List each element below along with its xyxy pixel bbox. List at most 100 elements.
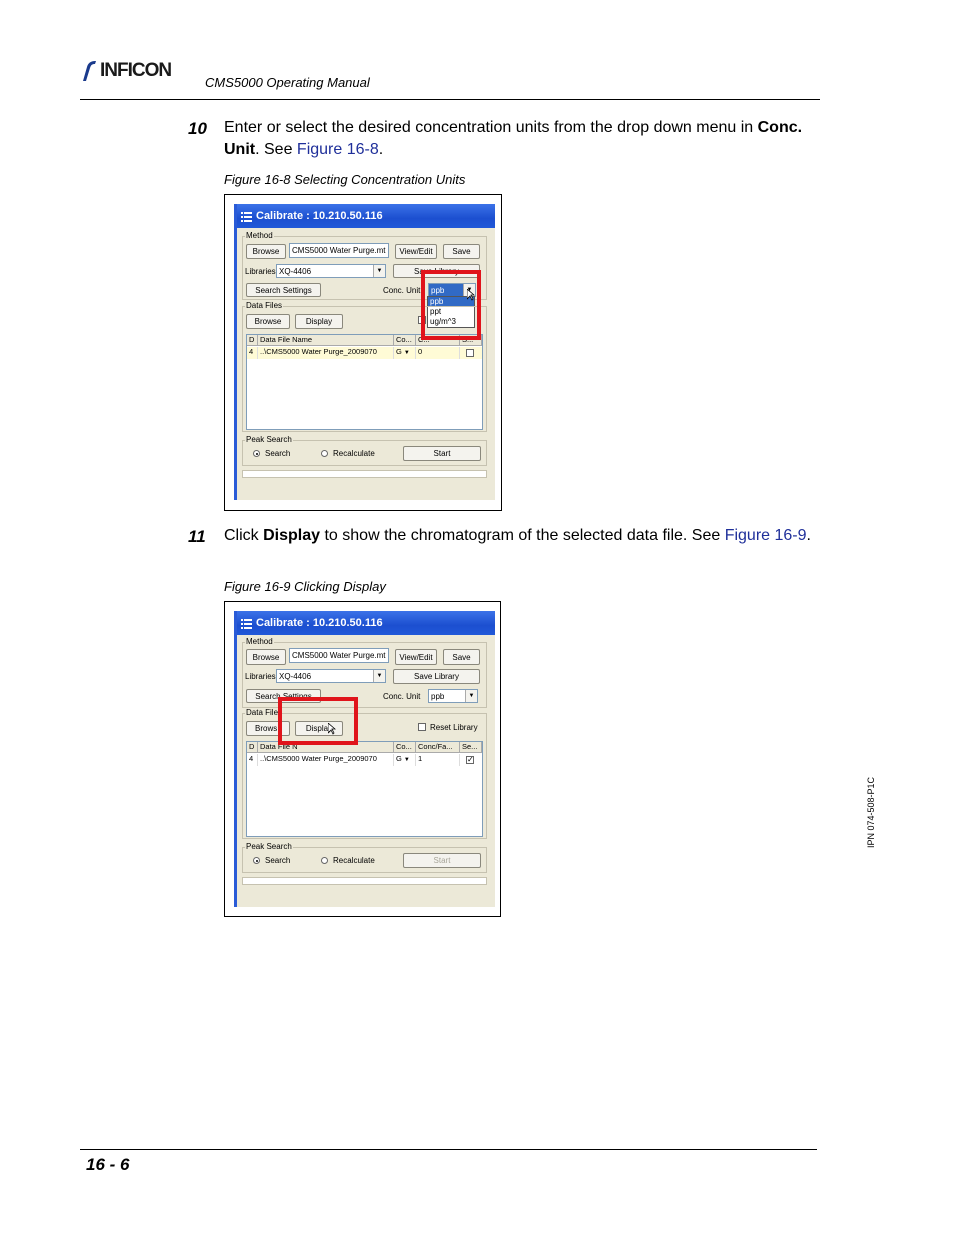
- conc-unit-label: Conc. Unit: [383, 286, 421, 295]
- cursor-icon: [467, 289, 475, 301]
- chevron-down-icon[interactable]: ▼: [373, 265, 385, 277]
- search-radio[interactable]: [253, 857, 260, 864]
- libraries-label: Libraries: [245, 672, 276, 681]
- row-cell: ..\CMS5000 Water Purge_2009070: [258, 754, 394, 766]
- chevron-down-icon[interactable]: ▼: [373, 670, 385, 682]
- window-title: Calibrate : 10.210.50.116: [256, 617, 383, 629]
- method-file-field[interactable]: CMS5000 Water Purge.mt: [289, 648, 389, 663]
- ipn-label: IPN 074-508-P1C: [866, 776, 876, 848]
- library-value: XQ-4406: [279, 266, 312, 276]
- search-radio-label: Search: [265, 449, 291, 458]
- search-radio[interactable]: [253, 450, 260, 457]
- grid-header: Se...: [460, 742, 482, 753]
- peak-search-group: Peak Search Search Recalculate Start: [242, 842, 487, 873]
- grid-header: D: [247, 742, 258, 753]
- view-edit-button[interactable]: View/Edit: [395, 244, 437, 259]
- library-select[interactable]: XQ-4406 ▼: [276, 669, 386, 683]
- start-button[interactable]: Start: [403, 446, 481, 461]
- header-rule: [80, 99, 820, 100]
- save-button[interactable]: Save: [443, 649, 480, 665]
- grid-header: D: [247, 335, 258, 346]
- conc-unit-select[interactable]: ppb ▼: [428, 689, 478, 703]
- view-edit-button[interactable]: View/Edit: [395, 649, 437, 665]
- calibrate-icon: [241, 211, 252, 222]
- highlight-box: [421, 270, 481, 340]
- step-text-part: to show the chromatogram of the selected…: [320, 527, 725, 544]
- step-text-part: . See: [255, 141, 297, 158]
- inficon-logo-icon: [83, 61, 96, 81]
- progress-bar: [242, 877, 487, 885]
- cursor-icon: [328, 723, 336, 735]
- method-browse-button[interactable]: Browse: [246, 244, 286, 259]
- page-number: 16 - 6: [86, 1155, 130, 1174]
- chevron-down-icon[interactable]: ▼: [404, 757, 410, 763]
- figure-link[interactable]: Figure 16-9: [725, 527, 807, 544]
- table-row[interactable]: 4 ..\CMS5000 Water Purge_2009070 G ▼ 0: [247, 347, 482, 359]
- row-cell: 0: [416, 347, 460, 359]
- group-label: Data Files: [245, 301, 284, 310]
- brand-name: INFICON: [100, 60, 172, 81]
- start-button[interactable]: Start: [403, 853, 481, 868]
- method-file-field[interactable]: CMS5000 Water Purge.mt: [289, 243, 389, 258]
- group-label: Peak Search: [245, 842, 293, 851]
- row-cell: ..\CMS5000 Water Purge_2009070: [258, 347, 394, 359]
- progress-bar: [242, 470, 487, 478]
- manual-title: CMS5000 Operating Manual: [205, 75, 370, 90]
- footer-rule: [80, 1149, 817, 1150]
- row-cell: 4: [247, 754, 258, 766]
- figure-caption: Figure 16-9 Clicking Display: [224, 579, 386, 594]
- step-text-part: Click: [224, 527, 264, 544]
- data-file-grid: D Data File Name Co... C... S... 4 ..\CM…: [246, 334, 483, 430]
- step-text: Enter or select the desired concentratio…: [224, 117, 824, 161]
- row-cell: 4: [247, 347, 258, 359]
- figure-caption: Figure 16-8 Selecting Concentration Unit…: [224, 172, 466, 187]
- step-text-part: Enter or select the desired concentratio…: [224, 119, 758, 136]
- group-label: Peak Search: [245, 435, 293, 444]
- step-text: Click Display to show the chromatogram o…: [224, 525, 814, 547]
- save-library-button[interactable]: Save Library: [393, 669, 480, 684]
- conc-unit-value: ppb: [431, 691, 445, 701]
- recalculate-radio[interactable]: [321, 450, 328, 457]
- figure-16-9: Calibrate : 10.210.50.116 Method Browse …: [224, 601, 501, 917]
- peak-search-group: Peak Search Search Recalculate Start: [242, 435, 487, 466]
- chevron-down-icon[interactable]: ▼: [465, 690, 477, 702]
- row-cell-value: G: [396, 347, 402, 356]
- window-titlebar: Calibrate : 10.210.50.116: [237, 611, 495, 635]
- grid-header: Data File Name: [258, 335, 394, 346]
- row-cell-value: G: [396, 754, 402, 763]
- row-cell: G ▼: [394, 754, 416, 766]
- table-row[interactable]: 4 ..\CMS5000 Water Purge_2009070 G ▼ 1 ✓: [247, 754, 482, 766]
- display-button[interactable]: Display: [295, 314, 343, 329]
- method-browse-button[interactable]: Browse: [246, 649, 286, 665]
- libraries-label: Libraries: [245, 267, 276, 276]
- library-value: XQ-4406: [279, 671, 312, 681]
- step-text-part: .: [806, 527, 811, 544]
- recalculate-radio[interactable]: [321, 857, 328, 864]
- reset-library-checkbox[interactable]: [418, 723, 426, 731]
- grid-header: Co...: [394, 335, 416, 346]
- step-number: 10: [188, 119, 207, 138]
- recalculate-radio-label: Recalculate: [333, 449, 375, 458]
- library-select[interactable]: XQ-4406 ▼: [276, 264, 386, 278]
- calibrate-icon: [241, 618, 252, 629]
- grid-header: Conc/Fa...: [416, 742, 460, 753]
- data-browse-button[interactable]: Browse: [246, 314, 290, 329]
- recalculate-radio-label: Recalculate: [333, 856, 375, 865]
- row-select-checkbox[interactable]: [466, 349, 474, 357]
- grid-header: Co...: [394, 742, 416, 753]
- step-text-part: .: [378, 141, 384, 158]
- figure-16-8: Calibrate : 10.210.50.116 Method Browse …: [224, 194, 502, 511]
- inficon-logo: INFICON: [80, 58, 172, 84]
- highlight-box: [278, 697, 358, 745]
- search-settings-button[interactable]: Search Settings: [246, 283, 321, 297]
- figure-link[interactable]: Figure 16-8: [297, 141, 379, 158]
- group-label: Method: [245, 231, 274, 240]
- group-label: Data File: [245, 708, 280, 717]
- row-select-checkbox[interactable]: ✓: [466, 756, 474, 764]
- save-button[interactable]: Save: [443, 244, 480, 259]
- data-file-grid: D Data File N Co... Conc/Fa... Se... 4 .…: [246, 741, 483, 837]
- step-number: 11: [188, 527, 206, 546]
- search-radio-label: Search: [265, 856, 291, 865]
- conc-unit-label: Conc. Unit: [383, 692, 421, 701]
- chevron-down-icon[interactable]: ▼: [404, 350, 410, 356]
